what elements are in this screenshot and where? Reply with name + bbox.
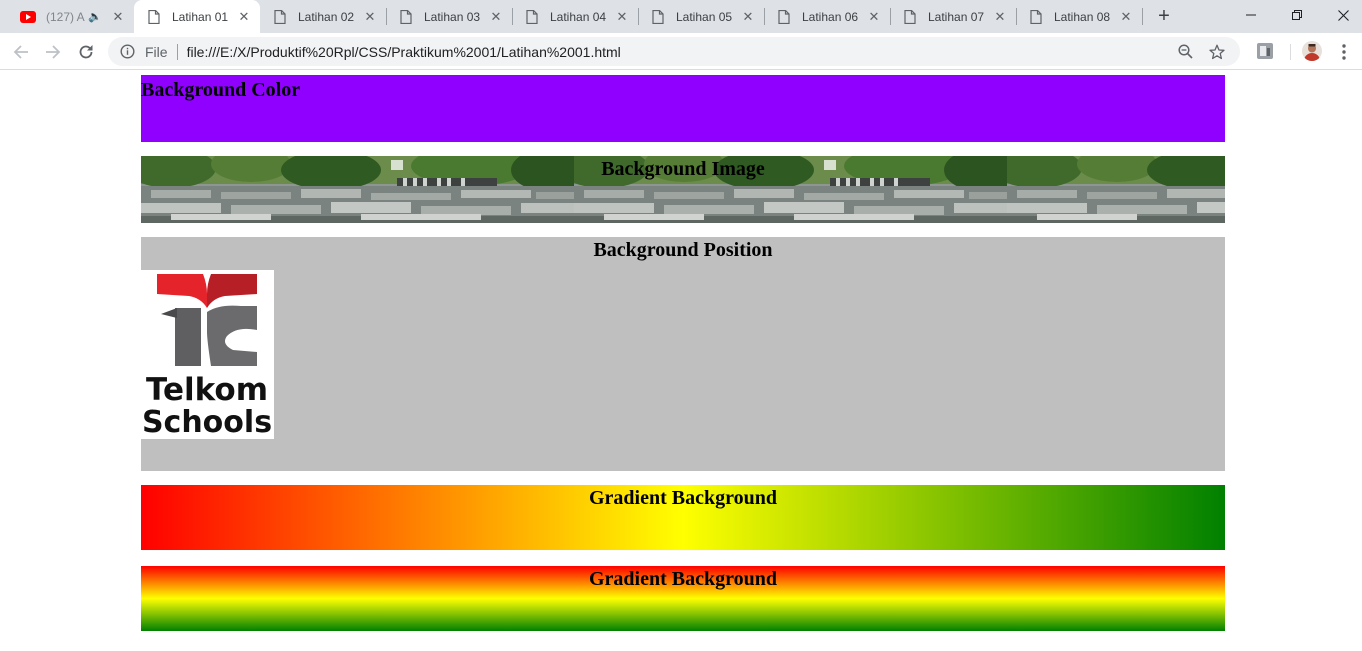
tab-title: (127) A [46,9,85,24]
section-heading: Background Color [141,79,301,101]
tab-latihan-02[interactable]: Latihan 02 ✕ [260,0,386,33]
file-icon [902,9,918,25]
arrow-left-icon [13,45,28,59]
omnibox-divider [176,43,178,60]
close-icon[interactable]: ✕ [236,9,252,25]
menu-dots-icon[interactable] [1334,39,1354,65]
browser-toolbar: File file:///E:/X/Produktif%20Rpl/CSS/Pr… [0,33,1362,70]
tab-latihan-03[interactable]: Latihan 03 ✕ [386,0,512,33]
section-heading: Gradient Background [589,487,777,509]
toolbar-divider [1290,44,1291,60]
zoom-icon[interactable] [1176,43,1194,61]
section-heading: Gradient Background [589,568,777,590]
info-icon[interactable] [119,44,135,60]
tab-title: Latihan 05 [676,9,733,24]
page-content: Background Color Background Image Backgr… [0,71,1362,651]
tab-youtube[interactable]: (127) A 🔈 ✕ [8,0,134,33]
tab-title: Latihan 06 [802,9,859,24]
tab-separator [890,8,891,25]
file-icon [524,9,540,25]
tab-latihan-06[interactable]: Latihan 06 ✕ [764,0,890,33]
file-icon [146,9,162,25]
file-icon [272,9,288,25]
tab-title: Latihan 07 [928,9,985,24]
tab-title: Latihan 04 [550,9,607,24]
close-icon[interactable]: ✕ [740,9,756,25]
tab-title: Latihan 01 [172,9,229,24]
tab-separator [386,8,387,25]
background-image-section: Background Image [141,156,1225,223]
logo-line2: Schools [142,405,272,439]
youtube-icon [20,9,36,25]
address-bar[interactable]: File file:///E:/X/Produktif%20Rpl/CSS/Pr… [108,37,1240,66]
tab-title: Latihan 02 [298,9,355,24]
file-icon [398,9,414,25]
tab-strip: (127) A 🔈 ✕ Latihan 01 ✕ Latihan 02 ✕ La… [0,0,1362,33]
tab-separator [1016,8,1017,25]
back-button[interactable] [8,39,34,65]
tab-title: Latihan 08 [1054,9,1111,24]
minimize-icon [1246,14,1256,16]
section-heading: Background Position [593,239,773,261]
close-icon[interactable]: ✕ [866,9,882,25]
tab-separator [512,8,513,25]
logo-line1: Telkom [146,372,268,408]
gradient-vertical-section: Gradient Background [141,566,1225,631]
close-window-button[interactable] [1320,0,1362,30]
file-icon [1028,9,1044,25]
tab-title: Latihan 03 [424,9,481,24]
tab-separator [764,8,765,25]
file-icon [776,9,792,25]
tab-latihan-04[interactable]: Latihan 04 ✕ [512,0,638,33]
scheme-label: File [145,43,168,60]
arrow-right-icon [46,45,61,59]
reload-icon [79,45,93,59]
close-icon[interactable]: ✕ [992,9,1008,25]
tab-separator [1142,8,1143,25]
tab-latihan-05[interactable]: Latihan 05 ✕ [638,0,764,33]
close-icon[interactable]: ✕ [110,9,126,25]
close-icon[interactable]: ✕ [362,9,378,25]
tab-latihan-07[interactable]: Latihan 07 ✕ [890,0,1016,33]
reload-button[interactable] [73,39,99,65]
file-icon [650,9,666,25]
tab-latihan-08[interactable]: Latihan 08 ✕ [1016,0,1142,33]
restore-button[interactable] [1274,0,1320,30]
star-icon[interactable] [1208,43,1226,61]
tab-separator [638,8,639,25]
profile-avatar-icon[interactable] [1302,41,1322,61]
close-icon[interactable]: ✕ [1118,9,1134,25]
forward-button[interactable] [40,39,66,65]
speaker-icon[interactable]: 🔈 [88,10,102,23]
close-icon [1337,9,1349,21]
minimize-button[interactable] [1228,0,1274,30]
background-position-section: Background Position Telkom Schools [141,237,1225,471]
url-text[interactable]: file:///E:/X/Produktif%20Rpl/CSS/Praktik… [187,44,1176,60]
tab-latihan-01[interactable]: Latihan 01 ✕ [134,0,260,33]
background-color-section: Background Color [141,75,1225,142]
gradient-horizontal-section: Gradient Background [141,485,1225,550]
restore-icon [1292,10,1302,20]
section-heading: Background Image [601,158,765,180]
extension-icon[interactable] [1256,42,1274,60]
telkom-schools-logo: Telkom Schools [141,270,274,440]
close-icon[interactable]: ✕ [614,9,630,25]
close-icon[interactable]: ✕ [488,9,504,25]
new-tab-button[interactable]: + [1152,5,1176,27]
